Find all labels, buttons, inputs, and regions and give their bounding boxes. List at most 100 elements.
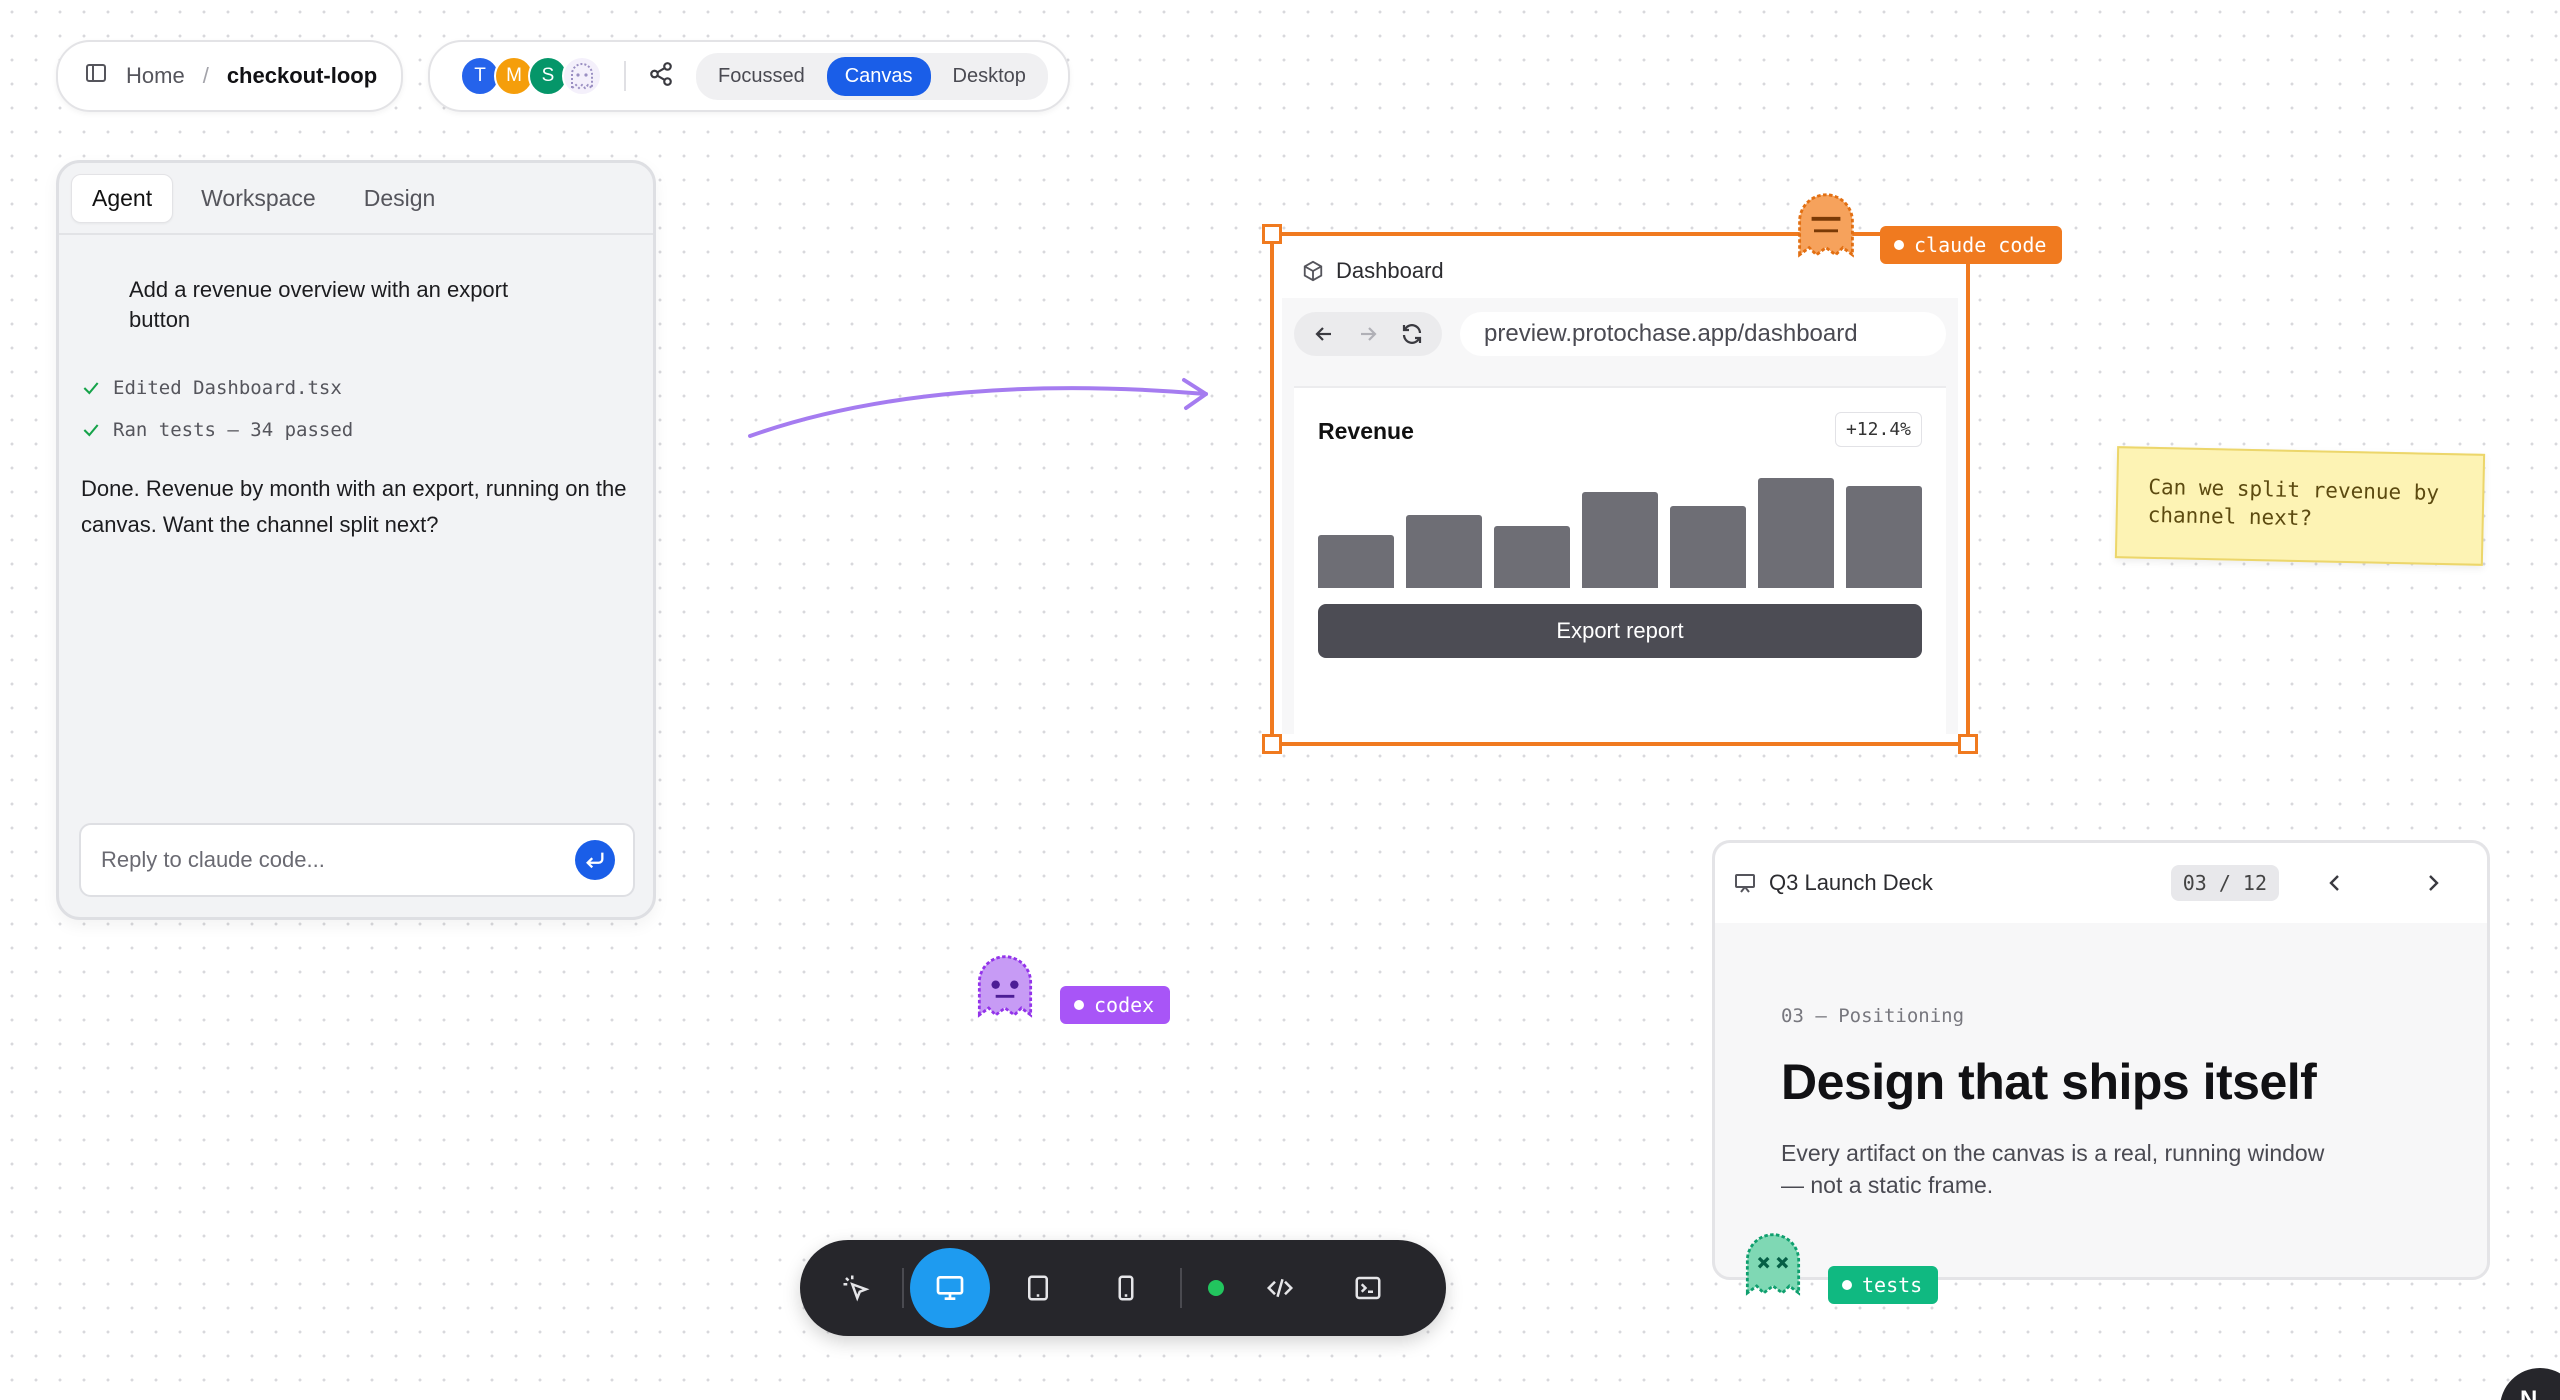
terminal-icon xyxy=(1355,1276,1381,1300)
enter-icon xyxy=(586,852,604,869)
slide-title: Design that ships itself xyxy=(1781,1054,2317,1110)
tests-tag[interactable]: tests xyxy=(1828,1266,1939,1304)
forward-arrow-icon[interactable] xyxy=(1356,322,1380,346)
resize-handle[interactable] xyxy=(1958,734,1978,754)
avatar-group: T M S xyxy=(460,56,602,96)
refresh-icon[interactable] xyxy=(1400,322,1424,346)
flow-arrow xyxy=(748,378,1208,438)
chevron-left-icon xyxy=(2329,875,2339,891)
breadcrumb-home[interactable]: Home xyxy=(126,63,185,89)
resize-handle[interactable] xyxy=(1262,224,1282,244)
reply-box xyxy=(79,823,635,897)
revenue-bar xyxy=(1670,505,1746,588)
monitor-icon xyxy=(936,1276,964,1300)
revenue-bars xyxy=(1318,478,1922,588)
panel-tabs: Agent Workspace Design xyxy=(59,163,653,235)
tablet-viewport-button[interactable] xyxy=(998,1248,1078,1328)
presence-bar: T M S Focussed Canvas Desktop xyxy=(428,40,1070,112)
sticky-note[interactable]: Can we split revenue by channel next? xyxy=(2114,446,2486,566)
claude-code-avatar-icon xyxy=(1798,193,1854,258)
next-slide-button[interactable] xyxy=(2411,861,2455,905)
codex-tag[interactable]: codex xyxy=(1060,986,1171,1024)
agent-label: tests xyxy=(1862,1273,1923,1297)
agent-avatar[interactable] xyxy=(562,56,602,96)
status-dot xyxy=(1894,240,1904,250)
desktop-viewport-button[interactable] xyxy=(910,1248,990,1328)
view-mode-switch: Focussed Canvas Desktop xyxy=(696,52,1048,100)
reply-input[interactable] xyxy=(101,847,575,873)
view-mode-focussed[interactable]: Focussed xyxy=(700,57,823,96)
check-icon xyxy=(83,424,99,437)
breadcrumb-separator: / xyxy=(202,63,209,88)
pointer-click-icon xyxy=(843,1275,870,1302)
agent-label: codex xyxy=(1094,993,1155,1017)
tab-design[interactable]: Design xyxy=(344,175,456,222)
view-mode-canvas[interactable]: Canvas xyxy=(826,56,931,96)
back-arrow-icon[interactable] xyxy=(1312,322,1336,346)
revenue-bar xyxy=(1758,478,1834,588)
dashboard-frame: Dashboard preview.protochase.app/dashboa… xyxy=(1282,244,1958,734)
terminal-button[interactable] xyxy=(1328,1248,1408,1328)
dashboard-window[interactable]: Dashboard preview.protochase.app/dashboa… xyxy=(1262,224,1978,754)
presentation-icon xyxy=(1735,874,1755,893)
revenue-bar xyxy=(1494,526,1570,588)
code-icon xyxy=(1266,1278,1294,1298)
view-mode-desktop[interactable]: Desktop xyxy=(935,57,1044,96)
resize-handle[interactable] xyxy=(1262,734,1282,754)
browser-bar: preview.protochase.app/dashboard xyxy=(1282,298,1958,370)
mobile-viewport-button[interactable] xyxy=(1086,1248,1166,1328)
revenue-bar xyxy=(1582,492,1658,588)
slide-kicker: 03 — Positioning xyxy=(1781,1005,1965,1027)
revenue-bar xyxy=(1318,535,1394,588)
deck-title: Q3 Launch Deck xyxy=(1769,870,1933,895)
send-button[interactable] xyxy=(575,840,615,880)
deck-header: Q3 Launch Deck 03 / 12 xyxy=(1715,843,2487,923)
tests-avatar-icon xyxy=(1745,1233,1801,1296)
chevron-right-icon xyxy=(2429,875,2439,891)
phone-icon xyxy=(1118,1275,1134,1301)
code-view-button[interactable] xyxy=(1240,1248,1320,1328)
divider xyxy=(902,1268,904,1308)
log-entry: Edited Dashboard.tsx xyxy=(81,377,342,399)
agent-reply: Done. Revenue by month with an export, r… xyxy=(81,476,627,537)
slide-deck-window[interactable]: Q3 Launch Deck 03 / 12 03 — Positioning … xyxy=(1712,840,2490,1280)
agent-panel: Agent Workspace Design Add a revenue ove… xyxy=(56,160,656,920)
breadcrumb-current[interactable]: checkout-loop xyxy=(227,63,377,89)
cube-icon xyxy=(1303,260,1323,282)
card-title: Revenue xyxy=(1318,418,1414,444)
sidebar-toggle-icon[interactable] xyxy=(84,61,108,91)
check-icon xyxy=(83,382,99,395)
divider xyxy=(1180,1268,1182,1308)
status-dot xyxy=(1842,1280,1852,1290)
claude-code-tag[interactable]: claude code xyxy=(1880,226,2063,264)
live-status-dot xyxy=(1208,1280,1224,1296)
log-entry: Ran tests — 34 passed xyxy=(81,419,353,441)
window-title: Dashboard xyxy=(1336,258,1444,283)
nav-controls xyxy=(1294,312,1442,356)
tab-agent[interactable]: Agent xyxy=(71,173,174,223)
change-badge: +12.4% xyxy=(1834,412,1922,447)
tab-workspace[interactable]: Workspace xyxy=(181,175,336,222)
url-field[interactable]: preview.protochase.app/dashboard xyxy=(1460,312,1946,356)
select-tool-button[interactable] xyxy=(816,1248,896,1328)
tablet-icon xyxy=(1028,1275,1048,1301)
log-text: Ran tests — 34 passed xyxy=(113,419,354,441)
canvas-toolbar xyxy=(800,1240,1446,1336)
revenue-bar xyxy=(1846,485,1922,588)
previous-slide-button[interactable] xyxy=(2313,861,2357,905)
user-prompt: Add a revenue overview with an export bu… xyxy=(129,277,509,332)
codex-avatar-icon xyxy=(977,955,1033,1018)
share-icon[interactable] xyxy=(648,61,674,92)
corner-floating-button[interactable]: N xyxy=(2500,1368,2560,1400)
status-dot xyxy=(1074,1000,1084,1010)
breadcrumb: Home / checkout-loop xyxy=(56,40,404,112)
agent-label: claude code xyxy=(1914,233,2047,257)
export-report-button[interactable]: Export report xyxy=(1318,604,1922,658)
divider xyxy=(624,61,626,91)
slide-counter: 03 / 12 xyxy=(2170,865,2279,901)
log-text: Edited Dashboard.tsx xyxy=(113,377,342,399)
revenue-bar xyxy=(1406,515,1482,588)
revenue-card: Revenue +12.4% Export report xyxy=(1294,386,1946,734)
slide-body: Every artifact on the canvas is a real, … xyxy=(1781,1140,2325,1198)
ghost-icon xyxy=(571,63,593,90)
